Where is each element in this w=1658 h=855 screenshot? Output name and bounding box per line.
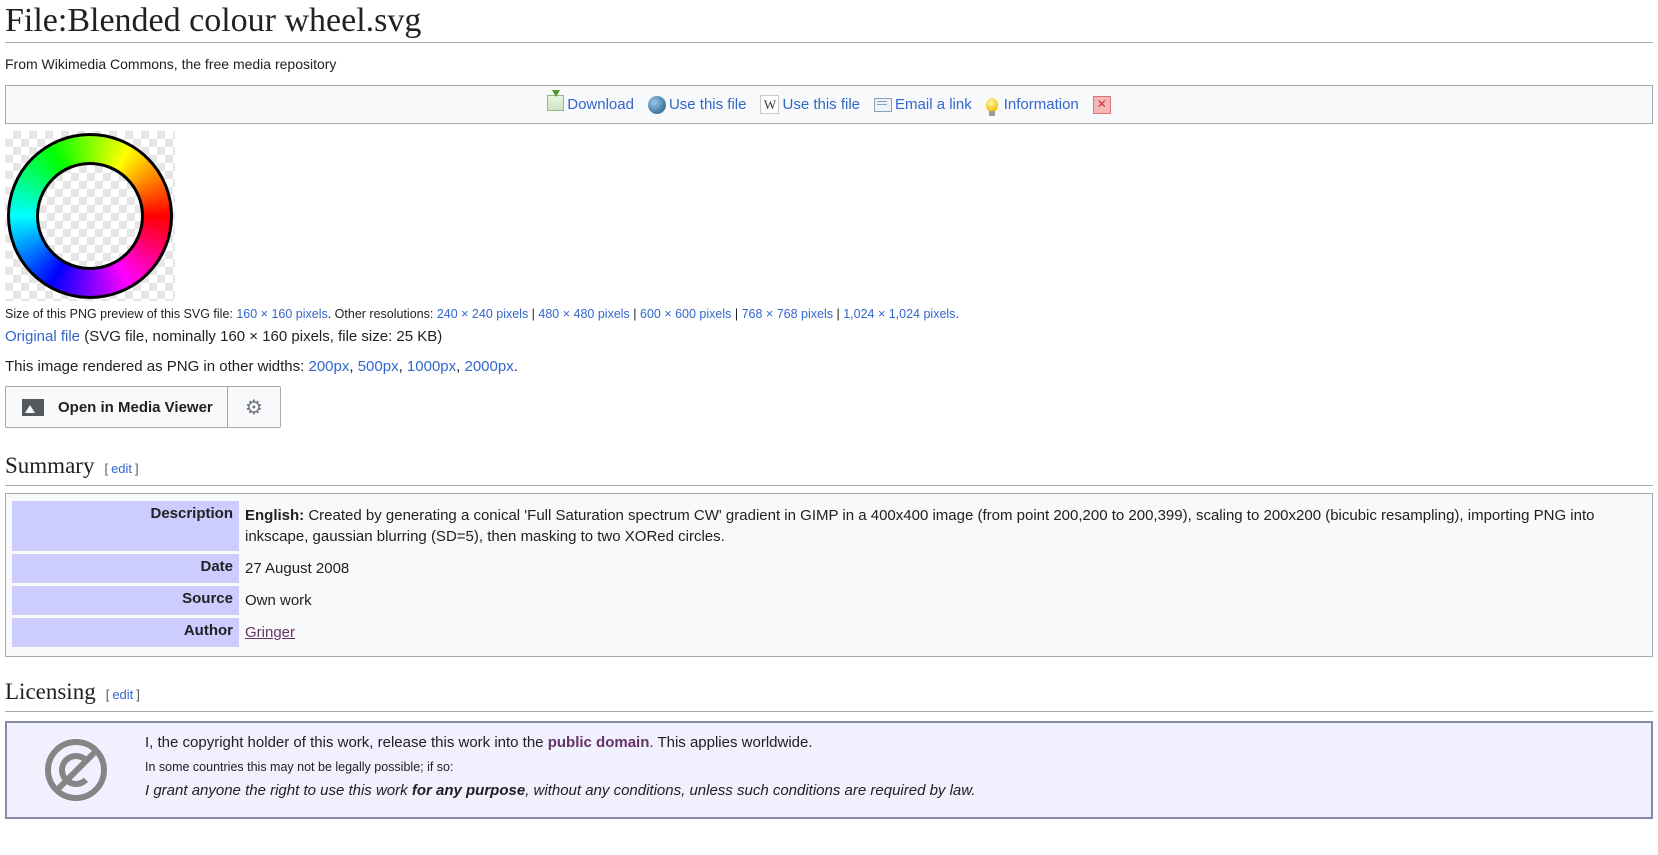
download-icon	[547, 89, 565, 111]
resolution-link-1024[interactable]: 1,024 × 1,024 pixels	[843, 307, 955, 321]
table-row: Date 27 August 2008	[12, 554, 1646, 583]
description-value: English: Created by generating a conical…	[245, 507, 1595, 545]
download-button[interactable]: Download	[547, 89, 634, 113]
resolution-link-768[interactable]: 768 × 768 pixels	[742, 307, 833, 321]
gear-icon: ⚙	[245, 396, 263, 419]
close-icon[interactable]: ✕	[1092, 95, 1111, 114]
license-text: I, the copyright holder of this work, re…	[145, 723, 975, 817]
file-information-table: Description English: Created by generati…	[5, 493, 1653, 657]
license-logo	[7, 723, 145, 817]
licensing-edit-link[interactable]: edit	[112, 687, 133, 702]
colour-wheel-center	[36, 162, 144, 270]
resolution-link-600[interactable]: 600 × 600 pixels	[640, 307, 731, 321]
information-button[interactable]: Information	[985, 96, 1079, 116]
width-link-2000[interactable]: 2000px	[464, 358, 513, 375]
date-value: 27 August 2008	[245, 560, 350, 577]
summary-edit-link[interactable]: edit	[111, 461, 132, 476]
email-link-button[interactable]: Email a link	[874, 96, 972, 113]
globe-icon	[647, 95, 666, 114]
use-this-file-web-label: Use this file	[668, 96, 747, 113]
use-this-file-web-button[interactable]: Use this file	[647, 95, 747, 114]
width-link-200[interactable]: 200px	[308, 358, 349, 375]
resolution-link-160[interactable]: 160 × 160 pixels	[236, 307, 327, 321]
media-viewer-settings-button[interactable]: ⚙	[227, 387, 280, 427]
other-widths: This image rendered as PNG in other widt…	[5, 358, 518, 375]
preview-size-info: Size of this PNG preview of this SVG fil…	[5, 307, 959, 321]
table-row: Author Gringer	[12, 618, 1646, 647]
public-domain-link[interactable]: public domain	[548, 734, 650, 751]
open-media-viewer-button[interactable]: Open in Media Viewer	[6, 387, 227, 427]
author-value: Gringer	[239, 618, 1646, 647]
source-value: Own work	[245, 592, 312, 609]
date-label: Date	[12, 554, 239, 583]
summary-heading: Summary [edit]	[5, 451, 1653, 486]
open-media-viewer-label: Open in Media Viewer	[58, 398, 213, 416]
author-label: Author	[12, 618, 239, 647]
width-link-1000[interactable]: 1000px	[407, 358, 456, 375]
resolution-link-240[interactable]: 240 × 240 pixels	[437, 307, 528, 321]
author-link[interactable]: Gringer	[245, 624, 295, 641]
media-viewer-control: Open in Media Viewer ⚙	[5, 386, 281, 428]
license-line-3: I grant anyone the right to use this wor…	[145, 782, 976, 799]
file-toolbar: Download Use this file W Use this file E…	[5, 85, 1653, 124]
wikipedia-icon: W	[760, 95, 780, 114]
original-file-link[interactable]: Original file	[5, 328, 80, 345]
license-line-2: In some countries this may not be legall…	[145, 760, 454, 774]
summary-edit: [edit]	[104, 461, 139, 476]
site-tagline: From Wikimedia Commons, the free media r…	[5, 56, 337, 72]
image-preview[interactable]	[5, 131, 175, 301]
table-row: Description English: Created by generati…	[12, 501, 1646, 551]
licensing-heading: Licensing [edit]	[5, 677, 1653, 712]
use-this-file-wiki-label: Use this file	[782, 96, 861, 113]
source-label: Source	[12, 586, 239, 615]
licensing-edit: [edit]	[105, 687, 140, 702]
resolution-link-480[interactable]: 480 × 480 pixels	[538, 307, 629, 321]
image-expand-icon	[22, 398, 44, 416]
page-title: File:Blended colour wheel.svg	[5, 0, 1653, 43]
download-label: Download	[567, 96, 634, 113]
page-content: File:Blended colour wheel.svg From Wikim…	[5, 0, 1653, 819]
email-icon	[874, 97, 893, 112]
license-box: I, the copyright holder of this work, re…	[5, 721, 1653, 819]
description-label: Description	[12, 501, 239, 551]
license-line-1: I, the copyright holder of this work, re…	[145, 734, 813, 751]
original-file-info: Original file (SVG file, nominally 160 ×…	[5, 328, 443, 345]
use-this-file-wiki-button[interactable]: W Use this file	[760, 95, 860, 114]
table-row: Source Own work	[12, 586, 1646, 615]
email-link-label: Email a link	[895, 96, 972, 113]
information-label: Information	[1003, 96, 1079, 113]
public-domain-icon	[45, 739, 107, 801]
width-link-500[interactable]: 500px	[358, 358, 399, 375]
lightbulb-icon	[985, 97, 998, 116]
